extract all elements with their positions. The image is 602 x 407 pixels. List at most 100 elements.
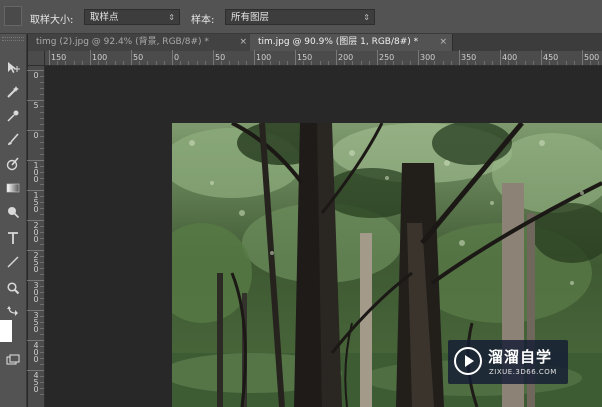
ruler-minor-tick (270, 61, 272, 65)
line-tool-icon[interactable] (3, 252, 23, 272)
foreground-color-swatch[interactable] (0, 320, 12, 342)
ruler-minor-tick (40, 184, 44, 185)
ruler-minor-tick (40, 136, 44, 137)
vertical-ruler[interactable]: 0 5 0 1 0 0 1 5 0 2 0 0 2 5 0 3 0 0 3 5 0 4 0 0 4 … (27, 66, 45, 407)
ruler-minor-tick (590, 61, 592, 65)
ruler-major-tick (131, 50, 132, 65)
ruler-major-tick (500, 50, 501, 65)
ruler-minor-tick (40, 334, 44, 335)
close-icon[interactable]: × (239, 34, 247, 51)
ruler-tick-label: 5 (33, 101, 39, 110)
ruler-minor-tick (360, 61, 362, 65)
ruler-minor-tick (40, 268, 44, 269)
horizontal-ruler[interactable]: 150 100 50 0 50 100 150 200 250 300 350 400 450 500 (45, 50, 602, 66)
ruler-minor-tick (385, 61, 387, 65)
ruler-minor-tick (229, 61, 231, 65)
ruler-minor-tick (319, 61, 321, 65)
ruler-minor-tick (40, 388, 44, 389)
ruler-major-tick (418, 50, 419, 65)
ruler-major-tick (172, 50, 173, 65)
ruler-tick-label: 350 (461, 53, 477, 62)
ruler-tick-label: 150 (51, 53, 67, 62)
ruler-tick-label: 200 (338, 53, 354, 62)
ruler-minor-tick (180, 61, 182, 65)
ruler-minor-tick (40, 172, 44, 173)
type-tool-icon[interactable] (3, 228, 23, 248)
ruler-tick-label: 250 (379, 53, 395, 62)
brush-tool-icon[interactable] (3, 130, 23, 150)
ruler-minor-tick (40, 262, 44, 263)
ruler-minor-tick (278, 61, 280, 65)
ruler-minor-tick (155, 61, 157, 65)
ruler-minor-tick (40, 178, 44, 179)
ruler-minor-tick (122, 61, 124, 65)
ruler-minor-tick (426, 61, 428, 65)
ruler-major-tick (582, 50, 583, 65)
ruler-tick-label: 2 5 0 (33, 251, 39, 274)
ruler-minor-tick (163, 61, 165, 65)
swap-colors-icon[interactable] (3, 300, 23, 320)
document-tab-bar: timg (2).jpg @ 92.4% (背景, RGB/8#) * × ti… (28, 34, 602, 51)
ruler-minor-tick (40, 208, 44, 209)
ruler-minor-tick (344, 61, 346, 65)
ruler-tick-label: 300 (420, 53, 436, 62)
tab-timg-2[interactable]: timg (2).jpg @ 92.4% (背景, RGB/8#) * × (28, 34, 253, 51)
dodge-tool-icon[interactable] (3, 202, 23, 222)
gradient-tool-icon[interactable] (3, 178, 23, 198)
ruler-origin[interactable] (28, 51, 45, 66)
options-bar: 取样大小: 取样点 ⇕ 样本: 所有图层 ⇕ (0, 0, 602, 34)
ruler-minor-tick (245, 61, 247, 65)
move-tool-icon[interactable] (3, 58, 23, 78)
ruler-minor-tick (40, 232, 44, 233)
watermark-badge: 溜溜自学 ZIXUE.3D66.COM (448, 340, 568, 384)
zoom-tool-icon[interactable] (3, 278, 23, 298)
ruler-minor-tick (401, 61, 403, 65)
eyedropper-tool-icon[interactable] (3, 106, 23, 126)
ruler-minor-tick (40, 202, 44, 203)
ruler-minor-tick (40, 394, 44, 395)
sample-select[interactable]: 所有图层 ⇕ (225, 9, 375, 25)
ruler-minor-tick (524, 61, 526, 65)
ruler-minor-tick (40, 352, 44, 353)
ruler-minor-tick (40, 376, 44, 377)
ruler-minor-tick (40, 106, 44, 107)
ruler-minor-tick (557, 61, 559, 65)
sample-size-select[interactable]: 取样点 ⇕ (84, 9, 180, 25)
magic-wand-tool-icon[interactable] (3, 82, 23, 102)
ruler-minor-tick (434, 61, 436, 65)
toolbox-grip[interactable] (2, 37, 24, 41)
ruler-minor-tick (40, 82, 44, 83)
ruler-tick-label: 4 0 0 (33, 341, 39, 364)
tab-tim[interactable]: tim.jpg @ 90.9% (图层 1, RGB/8#) * × (250, 34, 453, 51)
ruler-minor-tick (73, 61, 75, 65)
ruler-minor-tick (40, 148, 44, 149)
ruler-tick-label: 3 5 0 (33, 311, 39, 334)
ruler-minor-tick (147, 61, 149, 65)
ruler-minor-tick (40, 154, 44, 155)
chevron-down-icon: ⇕ (168, 13, 175, 22)
ruler-tick-label: 50 (133, 53, 144, 62)
ruler-minor-tick (565, 61, 567, 65)
ruler-minor-tick (57, 61, 59, 65)
current-tool-preset-button[interactable] (4, 6, 22, 26)
ruler-tick-label: 400 (502, 53, 518, 62)
ruler-minor-tick (188, 61, 190, 65)
ruler-minor-tick (40, 322, 44, 323)
ruler-tick-label: 0 (33, 71, 39, 80)
ruler-minor-tick (491, 61, 493, 65)
ruler-minor-tick (303, 61, 305, 65)
ruler-minor-tick (40, 94, 44, 95)
ruler-minor-tick (40, 274, 44, 275)
ruler-minor-tick (40, 238, 44, 239)
ruler-minor-tick (409, 61, 411, 65)
ruler-minor-tick (286, 61, 288, 65)
ruler-minor-tick (81, 61, 83, 65)
screen-mode-icon[interactable] (3, 350, 23, 370)
history-brush-tool-icon[interactable] (3, 154, 23, 174)
ruler-minor-tick (40, 286, 44, 287)
ruler-major-tick (213, 50, 214, 65)
ruler-minor-tick (450, 61, 452, 65)
tab-label: timg (2).jpg @ 92.4% (背景, RGB/8#) * (36, 37, 209, 47)
close-icon[interactable]: × (439, 34, 447, 51)
ruler-major-tick (254, 50, 255, 65)
